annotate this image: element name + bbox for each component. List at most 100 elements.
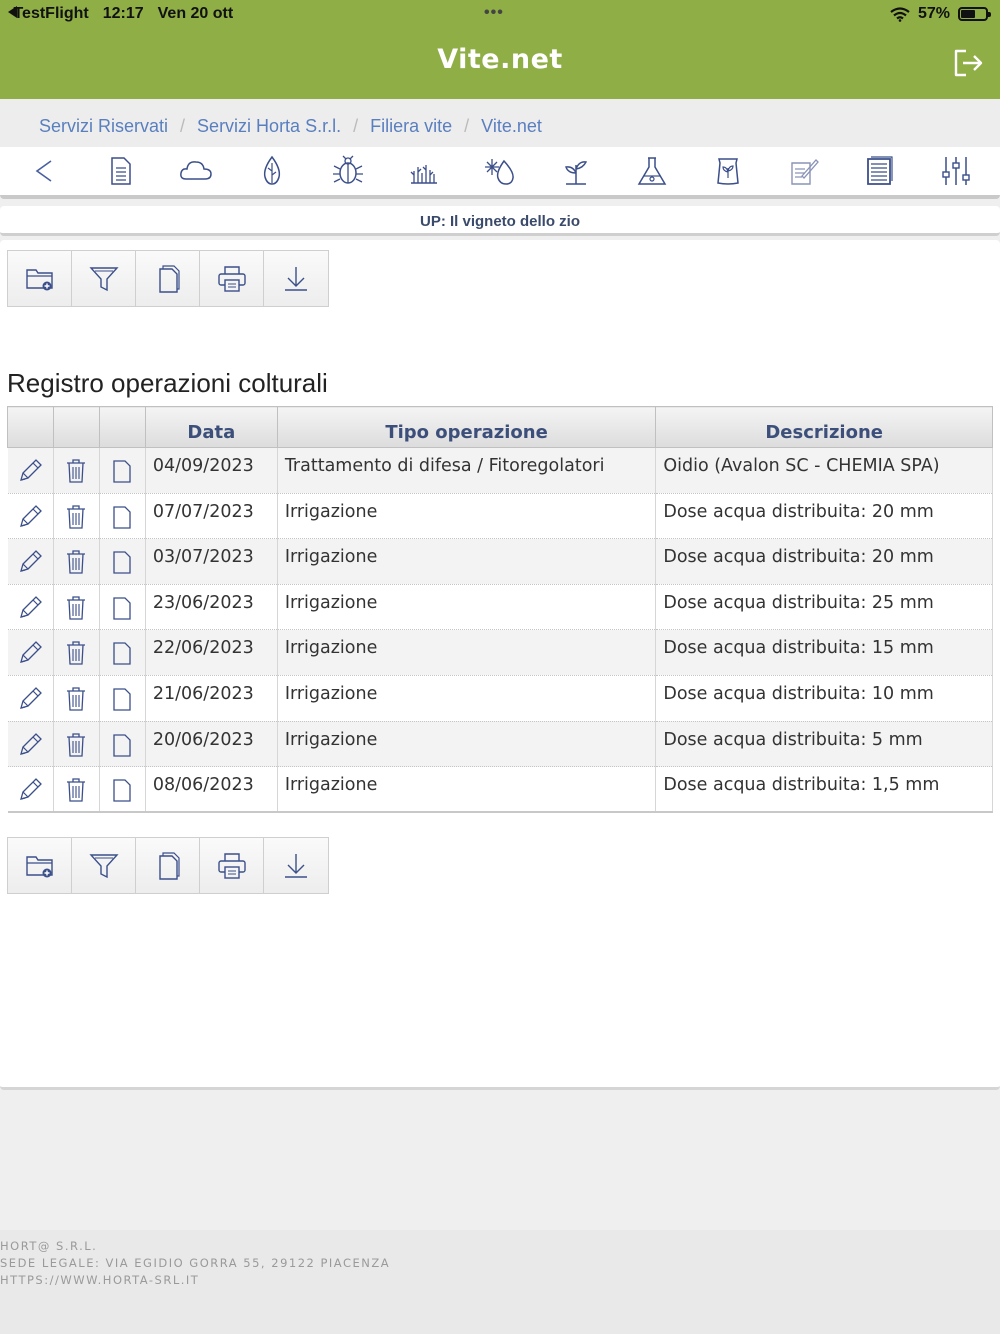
filter-button[interactable] bbox=[72, 838, 136, 893]
copy-row-button[interactable] bbox=[99, 447, 146, 494]
trash-delete-icon bbox=[67, 596, 86, 620]
copy-page-icon bbox=[113, 642, 132, 666]
cell-data: 03/07/2023 bbox=[145, 538, 278, 585]
header-descrizione[interactable]: Descrizione bbox=[655, 406, 993, 448]
edit-row-button[interactable] bbox=[7, 629, 54, 676]
copy-page-icon bbox=[113, 733, 132, 757]
copy-row-button[interactable] bbox=[99, 538, 146, 585]
delete-row-button[interactable] bbox=[53, 584, 100, 631]
edit-row-button[interactable] bbox=[7, 584, 54, 631]
settings-sliders-icon[interactable] bbox=[938, 155, 974, 187]
print-button[interactable] bbox=[200, 251, 264, 306]
header-edit-col bbox=[7, 406, 54, 448]
insect-pest-icon[interactable] bbox=[330, 155, 366, 187]
table-row[interactable]: 04/09/2023 Trattamento di difesa / Fitore… bbox=[7, 447, 993, 494]
delete-row-button[interactable] bbox=[53, 538, 100, 585]
breadcrumb-filiera-vite[interactable]: Filiera vite bbox=[370, 116, 452, 147]
table-row[interactable]: 20/06/2023 Irrigazione Dose acqua distribu… bbox=[7, 721, 993, 768]
breadcrumb-separator: / bbox=[180, 116, 186, 136]
testflight-back-link[interactable]: TestFlight bbox=[8, 5, 89, 23]
folder-add-icon bbox=[25, 855, 53, 877]
delete-row-button[interactable] bbox=[53, 447, 100, 494]
edit-row-button[interactable] bbox=[7, 766, 54, 814]
app-header: TestFlight 12:17 Ven 20 ott ••• 57% Vite… bbox=[0, 0, 1000, 99]
table-row[interactable]: 22/06/2023 Irrigazione Dose acqua distribu… bbox=[7, 629, 993, 676]
edit-row-button[interactable] bbox=[7, 675, 54, 722]
table-row[interactable]: 03/07/2023 Irrigazione Dose acqua distribu… bbox=[7, 538, 993, 585]
fertilizer-bag-icon[interactable] bbox=[710, 155, 746, 187]
leaf-drop-icon[interactable] bbox=[254, 155, 290, 187]
pencil-edit-icon bbox=[20, 641, 43, 664]
copy-row-button[interactable] bbox=[99, 675, 146, 722]
new-record-button[interactable] bbox=[8, 838, 72, 893]
download-button[interactable] bbox=[264, 251, 328, 306]
copy-row-button[interactable] bbox=[99, 629, 146, 676]
new-record-button[interactable] bbox=[8, 251, 72, 306]
cloud-weather-icon[interactable] bbox=[178, 155, 214, 187]
folder-add-icon bbox=[25, 268, 53, 290]
download-arrow-icon bbox=[285, 266, 307, 291]
delete-row-button[interactable] bbox=[53, 675, 100, 722]
back-chevron-icon[interactable] bbox=[26, 155, 62, 187]
cell-descrizione: Dose acqua distribuita: 15 mm bbox=[655, 629, 993, 676]
copy-row-button[interactable] bbox=[99, 493, 146, 540]
cell-data: 20/06/2023 bbox=[145, 721, 278, 768]
delete-row-button[interactable] bbox=[53, 721, 100, 768]
edit-row-button[interactable] bbox=[7, 538, 54, 585]
copy-page-icon bbox=[113, 551, 132, 574]
edit-row-button[interactable] bbox=[7, 447, 54, 494]
battery-icon bbox=[958, 7, 991, 21]
breadcrumb-vite-net[interactable]: Vite.net bbox=[481, 116, 542, 147]
copy-row-button[interactable] bbox=[99, 584, 146, 631]
header-tipo-operazione[interactable]: Tipo operazione bbox=[276, 406, 657, 448]
delete-row-button[interactable] bbox=[53, 766, 100, 814]
frost-water-icon[interactable] bbox=[482, 155, 518, 187]
pencil-edit-icon bbox=[20, 459, 43, 481]
table-row[interactable]: 08/06/2023 Irrigazione Dose acqua distribu… bbox=[7, 766, 993, 814]
copy-page-icon bbox=[158, 264, 180, 293]
download-button[interactable] bbox=[264, 838, 328, 893]
download-arrow-icon bbox=[285, 853, 307, 878]
table-row[interactable]: 07/07/2023 Irrigazione Dose acqua distribu… bbox=[7, 493, 993, 540]
table-row[interactable]: 23/06/2023 Irrigazione Dose acqua distribu… bbox=[7, 584, 993, 631]
footer-address: SEDE LEGALE: VIA EGIDIO GORRA 55, 29122 … bbox=[0, 1256, 391, 1270]
edit-row-button[interactable] bbox=[7, 721, 54, 768]
logout-icon[interactable] bbox=[952, 48, 984, 78]
copy-row-button[interactable] bbox=[99, 721, 146, 768]
copy-row-button[interactable] bbox=[99, 766, 146, 814]
weeds-icon[interactable] bbox=[406, 155, 442, 187]
delete-row-button[interactable] bbox=[53, 493, 100, 540]
cell-descrizione: Dose acqua distribuita: 20 mm bbox=[655, 538, 993, 585]
trash-delete-icon bbox=[67, 641, 86, 666]
lab-flask-icon[interactable] bbox=[634, 155, 670, 187]
header-delete-col bbox=[52, 406, 100, 448]
table-row[interactable]: 21/06/2023 Irrigazione Dose acqua distribu… bbox=[7, 675, 993, 722]
print-button[interactable] bbox=[200, 838, 264, 893]
pencil-edit-icon bbox=[20, 778, 43, 801]
cell-tipo-operazione: Irrigazione bbox=[277, 721, 657, 768]
footer-website-link[interactable]: HTTPS://WWW.HORTA-SRL.IT bbox=[0, 1272, 1000, 1289]
operations-table: Data Tipo operazione Descrizione 04/09/2… bbox=[7, 406, 993, 814]
filter-funnel-icon bbox=[88, 853, 119, 878]
trash-delete-icon bbox=[67, 778, 86, 802]
plant-sprout-icon[interactable] bbox=[558, 155, 594, 187]
cell-tipo-operazione: Irrigazione bbox=[277, 538, 657, 585]
filter-button[interactable] bbox=[72, 251, 136, 306]
cell-descrizione: Dose acqua distribuita: 5 mm bbox=[655, 721, 993, 768]
document-icon[interactable] bbox=[102, 155, 138, 187]
breadcrumb-servizi-riservati[interactable]: Servizi Riservati bbox=[39, 116, 168, 147]
delete-row-button[interactable] bbox=[53, 629, 100, 676]
copy-button[interactable] bbox=[136, 251, 200, 306]
multitasking-dots[interactable]: ••• bbox=[484, 4, 504, 22]
footer-company: HORT@ S.R.L. bbox=[0, 1239, 98, 1253]
cell-descrizione: Dose acqua distribuita: 25 mm bbox=[655, 584, 993, 631]
breadcrumb-servizi-horta[interactable]: Servizi Horta S.r.l. bbox=[197, 116, 341, 147]
copy-button[interactable] bbox=[136, 838, 200, 893]
notes-edit-icon[interactable] bbox=[786, 155, 822, 187]
register-book-icon[interactable] bbox=[862, 155, 898, 187]
copy-page-icon bbox=[113, 688, 132, 711]
header-data[interactable]: Data bbox=[144, 406, 278, 448]
module-toolbar bbox=[0, 147, 1000, 199]
edit-row-button[interactable] bbox=[7, 493, 54, 540]
action-toolbar-top bbox=[7, 250, 329, 307]
